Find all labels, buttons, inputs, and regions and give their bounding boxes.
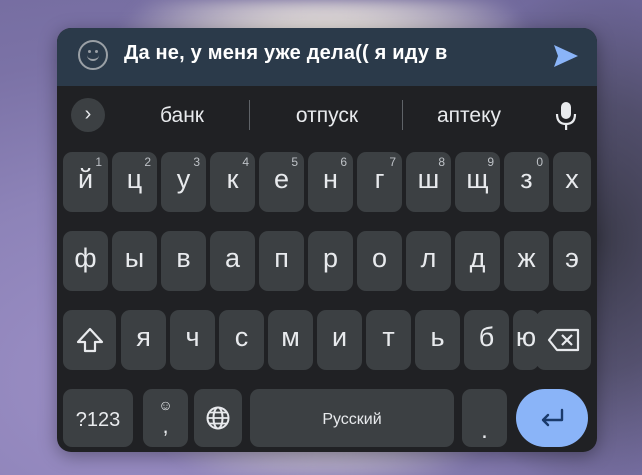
key-к[interactable]: 4к xyxy=(210,152,255,212)
key-ш[interactable]: 8ш xyxy=(406,152,451,212)
message-text[interactable]: Да не, у меня уже дела(( я иду в xyxy=(124,42,447,65)
key-м[interactable]: м xyxy=(268,310,313,370)
enter-return-icon xyxy=(541,408,564,427)
suggestion-divider xyxy=(402,100,403,130)
key-ь[interactable]: ь xyxy=(415,310,460,370)
comma-label: , xyxy=(162,413,169,438)
suggestion-2[interactable]: отпуск xyxy=(267,104,387,128)
key-ы[interactable]: ы xyxy=(112,231,157,291)
key-р[interactable]: р xyxy=(308,231,353,291)
key-х[interactable]: х xyxy=(553,152,591,212)
key-с[interactable]: с xyxy=(219,310,264,370)
key-о[interactable]: о xyxy=(357,231,402,291)
language-switch-key[interactable] xyxy=(194,389,242,447)
key-и[interactable]: и xyxy=(317,310,362,370)
symbols-key[interactable]: ?123 xyxy=(63,389,133,447)
key-ч[interactable]: ч xyxy=(170,310,215,370)
key-у[interactable]: 3у xyxy=(161,152,206,212)
suggestion-divider xyxy=(249,100,250,130)
key-а[interactable]: а xyxy=(210,231,255,291)
key-ц[interactable]: 2ц xyxy=(112,152,157,212)
suggestion-3[interactable]: аптеку xyxy=(409,104,529,128)
key-п[interactable]: п xyxy=(259,231,304,291)
key-н[interactable]: 6н xyxy=(308,152,353,212)
emoji-small-icon: ☺ xyxy=(158,397,173,413)
expand-toolbar-button[interactable]: › xyxy=(71,98,105,132)
period-key[interactable]: . xyxy=(462,389,507,447)
backspace-icon xyxy=(547,328,579,352)
backspace-key[interactable] xyxy=(536,310,591,370)
key-е[interactable]: 5е xyxy=(259,152,304,212)
emoji-smile-icon[interactable] xyxy=(78,40,108,70)
key-я[interactable]: я xyxy=(121,310,166,370)
shift-arrow-icon xyxy=(76,327,103,353)
suggestion-1[interactable]: банк xyxy=(122,104,242,128)
key-т[interactable]: т xyxy=(366,310,411,370)
key-д[interactable]: д xyxy=(455,231,500,291)
key-г[interactable]: 7г xyxy=(357,152,402,212)
key-з[interactable]: 0з xyxy=(504,152,549,212)
key-в[interactable]: в xyxy=(161,231,206,291)
globe-icon xyxy=(206,406,230,430)
key-й[interactable]: 1й xyxy=(63,152,108,212)
message-input-bar[interactable]: Да не, у меня уже дела(( я иду в xyxy=(57,28,597,86)
key-ж[interactable]: ж xyxy=(504,231,549,291)
shift-key[interactable] xyxy=(63,310,116,370)
key-б[interactable]: б xyxy=(464,310,509,370)
microphone-icon[interactable] xyxy=(554,100,578,132)
send-arrow-icon[interactable] xyxy=(551,41,581,71)
keyboard-panel: Да не, у меня уже дела(( я иду в › банк … xyxy=(57,28,597,452)
key-л[interactable]: л xyxy=(406,231,451,291)
suggestion-strip: › банк отпуск аптеку xyxy=(57,86,597,146)
space-bar[interactable]: Русский xyxy=(250,389,454,447)
enter-key[interactable] xyxy=(516,389,588,447)
key-щ[interactable]: 9щ xyxy=(455,152,500,212)
key-э[interactable]: э xyxy=(553,231,591,291)
key-ф[interactable]: ф xyxy=(63,231,108,291)
emoji-comma-key[interactable]: ☺ , xyxy=(143,389,188,447)
